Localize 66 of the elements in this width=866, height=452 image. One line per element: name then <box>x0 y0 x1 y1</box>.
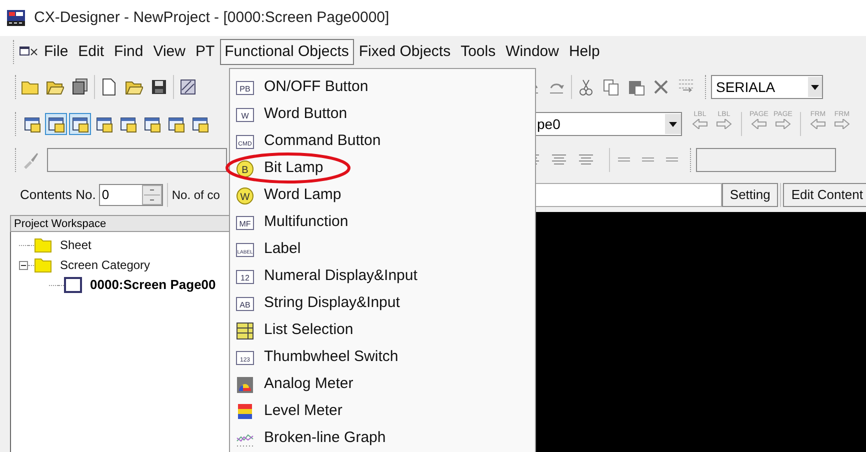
delete-icon[interactable] <box>652 78 670 96</box>
menu-item[interactable]: File <box>39 39 74 65</box>
edit-content-button[interactable]: Edit Content <box>783 183 866 207</box>
bar-meter-icon <box>235 402 255 422</box>
text-field[interactable] <box>696 148 836 172</box>
spinbox-value: 0 <box>100 186 110 204</box>
menu-item[interactable]: Find <box>109 39 148 65</box>
text-field[interactable] <box>47 148 227 172</box>
menu-option[interactable]: AB String Display&Input <box>233 290 535 317</box>
meter-icon <box>235 374 255 394</box>
pressed-window-icon[interactable] <box>69 113 91 135</box>
menu-option[interactable]: Level Meter <box>233 398 535 425</box>
menu-option[interactable]: List Selection <box>233 317 535 344</box>
menu-option[interactable]: Analog Meter <box>233 371 535 398</box>
app-icon <box>6 9 26 27</box>
dropdown-arrow-icon <box>811 84 819 90</box>
menu-item[interactable]: Help <box>564 39 605 65</box>
save-icon[interactable] <box>150 78 168 96</box>
paste-icon[interactable] <box>627 78 645 96</box>
tree-item[interactable]: 0000:Screen Page00 <box>90 275 216 295</box>
pressed-window-icon[interactable] <box>45 113 67 135</box>
combo-value: SERIALA <box>716 78 776 96</box>
lamp-icon: W <box>235 186 255 206</box>
menu-item[interactable]: Window <box>500 39 564 65</box>
tree-item[interactable]: Screen Category <box>60 256 150 274</box>
right-arrow-icon <box>716 119 732 129</box>
tree-item[interactable]: Sheet <box>60 236 92 254</box>
left-arrow-icon <box>751 119 767 129</box>
window-title: CX-Designer - NewProject - [0000:Screen Page0000] <box>34 8 390 28</box>
menu-option[interactable]: W Word Lamp <box>233 182 535 209</box>
right-arrow-icon <box>775 119 791 129</box>
lamp-icon: B <box>235 158 255 178</box>
menu-option[interactable]: MF Multifunction <box>233 209 535 236</box>
menu-option[interactable]: B Bit Lamp <box>233 155 535 182</box>
cut-icon[interactable] <box>577 78 595 96</box>
menu-option[interactable]: PB ON/OFF Button <box>233 74 535 101</box>
contents-spinbox[interactable]: 0 <box>98 184 163 206</box>
dropdown-arrow-icon <box>669 122 677 126</box>
contents-label: Contents No. <box>20 186 96 204</box>
hatch-icon[interactable] <box>179 78 197 96</box>
type-combo[interactable]: pe0 <box>535 112 682 136</box>
new-page-icon[interactable] <box>100 78 118 96</box>
menu-item[interactable]: Fixed Objects <box>354 39 456 65</box>
list-icon <box>235 320 255 340</box>
right-arrow-icon <box>834 119 850 129</box>
menu-option[interactable]: 12 Numeral Display&Input <box>233 263 535 290</box>
copies-icon[interactable] <box>71 78 89 96</box>
panel-title: Project Workspace <box>10 215 232 232</box>
port-combo[interactable]: SERIALA <box>711 75 823 99</box>
left-arrow-icon <box>692 119 708 129</box>
menu-item[interactable]: PT <box>190 39 220 65</box>
folder-icon <box>34 257 52 273</box>
count-label: No. of co <box>172 187 220 204</box>
copy-icon[interactable] <box>602 78 620 96</box>
menu-option[interactable]: W Word Button <box>233 101 535 128</box>
menu-item[interactable]: View <box>148 39 190 65</box>
setting-button[interactable]: Setting <box>722 183 778 207</box>
folder-icon <box>34 237 52 253</box>
page-icon <box>64 277 82 293</box>
menu-option[interactable]: Broken-line Graph <box>233 425 535 452</box>
menu-item[interactable]: Tools <box>456 39 501 65</box>
menu-item[interactable]: Functional Objects <box>220 39 354 65</box>
combo-value: pe0 <box>536 114 560 134</box>
menu-item[interactable]: Edit <box>73 39 110 65</box>
collapse-icon[interactable] <box>19 260 28 270</box>
left-arrow-icon <box>810 119 826 129</box>
